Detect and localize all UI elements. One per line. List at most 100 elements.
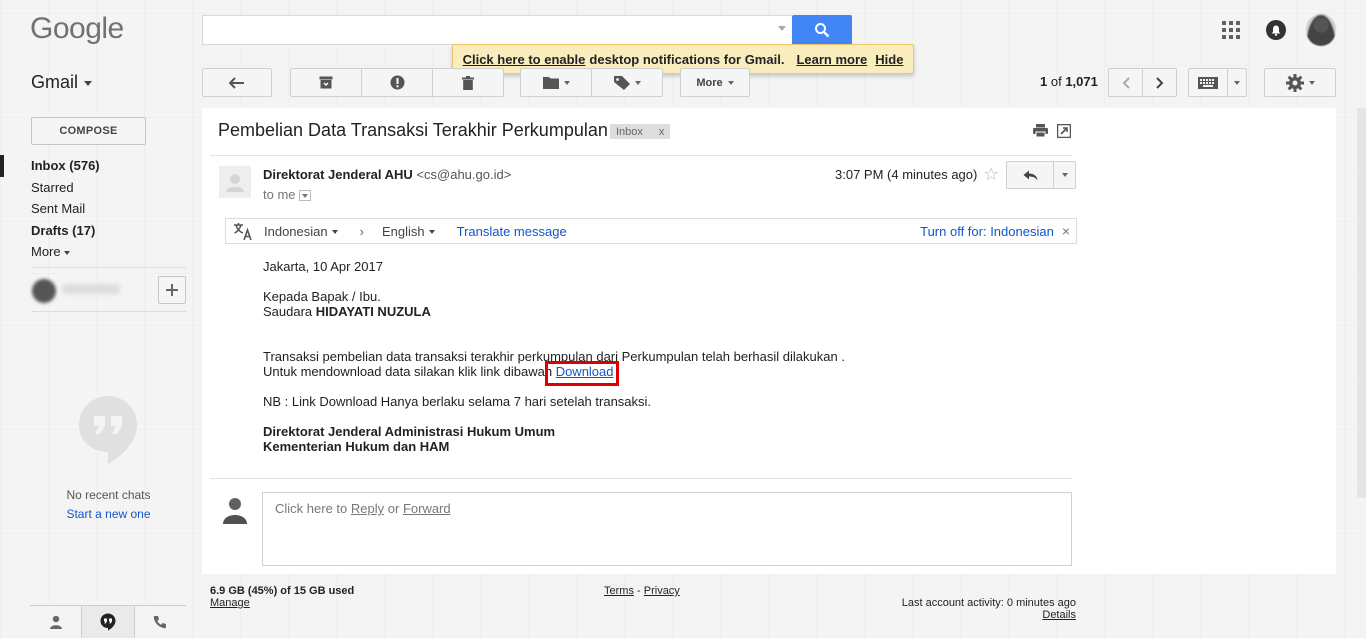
inbox-label-chip[interactable]: Inbox x bbox=[610, 124, 671, 139]
reply-link[interactable]: Reply bbox=[351, 501, 384, 516]
keyboard-icon bbox=[1198, 76, 1218, 89]
report-spam-button[interactable] bbox=[361, 68, 433, 97]
sidebar-item-inbox[interactable]: Inbox (576) bbox=[0, 155, 186, 177]
start-new-chat-link[interactable]: Start a new one bbox=[31, 507, 186, 521]
delete-button[interactable] bbox=[432, 68, 504, 97]
gear-icon bbox=[1285, 73, 1304, 92]
reply-prompt: Click here to Reply or Forward bbox=[275, 501, 451, 516]
sidebar-item-drafts[interactable]: Drafts (17) bbox=[0, 220, 186, 242]
gmail-label: Gmail bbox=[31, 72, 79, 92]
input-tools-dropdown[interactable] bbox=[1227, 68, 1247, 97]
star-icon[interactable]: ☆ bbox=[983, 164, 999, 185]
chevron-down-icon bbox=[1308, 80, 1315, 85]
reply-icon bbox=[1023, 170, 1037, 180]
apps-grid-icon[interactable] bbox=[1222, 21, 1240, 39]
body-greeting-2: Saudara HIDAYATI NUZULA bbox=[263, 304, 431, 319]
sidebar-item-more[interactable]: More bbox=[0, 241, 186, 263]
manage-storage-link[interactable]: Manage bbox=[210, 597, 354, 609]
newer-button[interactable] bbox=[1108, 68, 1143, 97]
back-arrow-icon bbox=[229, 76, 244, 89]
details-link[interactable]: Details bbox=[880, 609, 1076, 621]
target-language-value: English bbox=[381, 223, 425, 239]
remove-label-button[interactable]: x bbox=[659, 126, 665, 138]
recipients[interactable]: to me bbox=[263, 187, 311, 202]
back-to-inbox-button[interactable] bbox=[202, 68, 272, 97]
reply-button[interactable] bbox=[1006, 161, 1054, 189]
open-in-new-window-icon[interactable] bbox=[1056, 123, 1072, 141]
hangouts-tab[interactable] bbox=[81, 606, 135, 638]
pager-count: 1 of 1,071 bbox=[1040, 74, 1098, 89]
chevron-right-icon bbox=[1155, 76, 1163, 89]
sidebar-item-starred[interactable]: Starred bbox=[0, 177, 186, 199]
sender-name: Direktorat Jenderal AHU bbox=[263, 167, 413, 182]
search-options-icon[interactable] bbox=[778, 26, 786, 31]
more-actions-button[interactable]: More bbox=[680, 68, 750, 97]
storage-info: 6.9 GB (45%) of 15 GB used Manage bbox=[210, 585, 354, 609]
body-date-line: Jakarta, 10 Apr 2017 bbox=[263, 259, 383, 274]
sender[interactable]: Direktorat Jenderal AHU <cs@ahu.go.id> bbox=[263, 167, 511, 182]
plus-icon bbox=[166, 284, 178, 296]
chevron-left-icon bbox=[1122, 76, 1130, 89]
sidebar-item-sent-mail[interactable]: Sent Mail bbox=[0, 198, 186, 220]
scrollbar[interactable] bbox=[1357, 108, 1366, 498]
search-input[interactable] bbox=[202, 15, 792, 45]
settings-button[interactable] bbox=[1264, 68, 1336, 97]
divider bbox=[210, 478, 1072, 479]
folder-icon bbox=[542, 77, 559, 89]
chevron-down-icon bbox=[428, 230, 435, 235]
account-activity: Last account activity: 0 minutes ago Det… bbox=[880, 597, 1076, 621]
more-label: More bbox=[696, 76, 723, 89]
sidebar-item-more-label: More bbox=[31, 244, 61, 259]
my-avatar bbox=[219, 492, 251, 524]
signature-line-2: Kementerian Hukum dan HAM bbox=[263, 439, 450, 454]
more-reply-options-button[interactable] bbox=[1053, 161, 1076, 189]
hide-link[interactable]: Hide bbox=[875, 52, 903, 67]
search-icon bbox=[815, 23, 830, 38]
notifications-bell-icon[interactable] bbox=[1266, 20, 1286, 40]
google-logo[interactable]: Google bbox=[30, 12, 124, 46]
labels-button[interactable] bbox=[591, 68, 663, 97]
no-recent-chats-text: No recent chats bbox=[66, 488, 151, 502]
print-all-icon[interactable] bbox=[1033, 124, 1048, 140]
older-button[interactable] bbox=[1142, 68, 1177, 97]
trash-icon bbox=[462, 75, 474, 90]
recipient-name: HIDAYATI NUZULA bbox=[315, 304, 431, 319]
chevron-down-icon bbox=[84, 80, 93, 86]
chevron-down-icon bbox=[331, 230, 338, 235]
search-button[interactable] bbox=[792, 15, 852, 45]
source-language-select[interactable]: Indonesian bbox=[264, 224, 338, 239]
archive-button[interactable] bbox=[290, 68, 362, 97]
compose-button[interactable]: COMPOSE bbox=[31, 117, 146, 145]
new-hangout-button[interactable] bbox=[158, 276, 186, 304]
body-greeting-1: Kepada Bapak / Ibu. bbox=[263, 289, 381, 304]
target-language-select[interactable]: English bbox=[382, 224, 435, 239]
notification-text: desktop notifications for Gmail. bbox=[589, 51, 785, 67]
hangouts-user-avatar[interactable] bbox=[32, 279, 56, 303]
translate-message-link[interactable]: Translate message bbox=[457, 224, 567, 239]
sender-email: <cs@ahu.go.id> bbox=[416, 167, 512, 182]
enable-notifications-link[interactable]: Click here to enable bbox=[463, 52, 586, 67]
chevron-down-icon bbox=[1234, 80, 1240, 85]
gmail-app-switcher[interactable]: Gmail bbox=[31, 72, 93, 93]
hangouts-icon bbox=[100, 613, 116, 631]
contacts-tab[interactable] bbox=[30, 606, 81, 638]
chevron-down-icon bbox=[634, 80, 641, 85]
forward-link[interactable]: Forward bbox=[403, 501, 451, 516]
label-tag-icon bbox=[613, 75, 630, 90]
hangouts-user-name-blurred[interactable] bbox=[62, 284, 120, 294]
account-avatar[interactable] bbox=[1306, 14, 1336, 46]
turn-off-translation-link[interactable]: Turn off for: Indonesian bbox=[920, 224, 1054, 239]
recipients-text: to me bbox=[263, 187, 296, 202]
show-details-dropdown[interactable] bbox=[298, 190, 311, 202]
privacy-link[interactable]: Privacy bbox=[644, 585, 680, 597]
input-tools-button[interactable] bbox=[1188, 68, 1228, 97]
reply-prompt-or: or bbox=[387, 501, 400, 516]
footer-dash: - bbox=[637, 585, 641, 597]
move-to-button[interactable] bbox=[520, 68, 592, 97]
spam-icon bbox=[390, 75, 404, 90]
close-icon[interactable]: × bbox=[1062, 223, 1070, 239]
email-timestamp: 3:07 PM (4 minutes ago) bbox=[835, 167, 978, 182]
phone-tab[interactable] bbox=[135, 606, 186, 638]
learn-more-link[interactable]: Learn more bbox=[796, 52, 867, 67]
terms-link[interactable]: Terms bbox=[604, 585, 634, 597]
